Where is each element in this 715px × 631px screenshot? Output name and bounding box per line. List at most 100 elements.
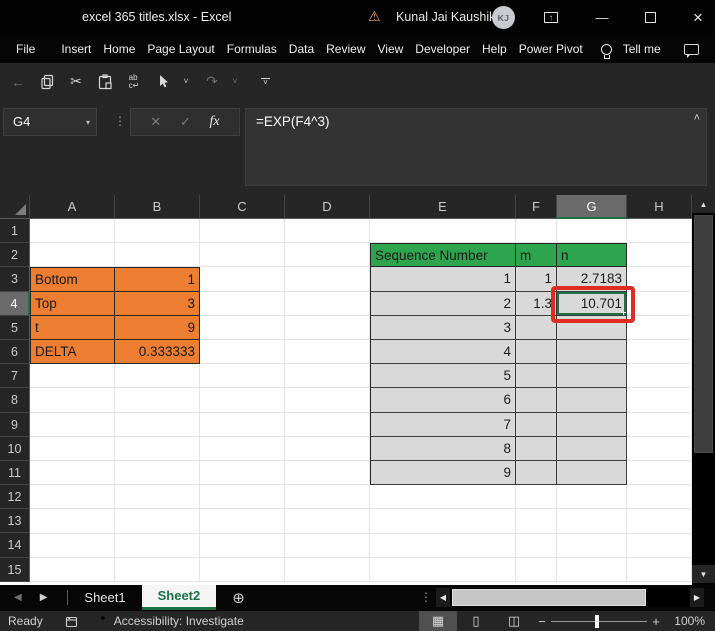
column-header-C[interactable]: C: [200, 195, 285, 219]
cell-H12[interactable]: [627, 485, 692, 510]
cell-E4[interactable]: 2: [370, 291, 516, 316]
menu-formulas[interactable]: Formulas: [221, 35, 283, 63]
cell-E15[interactable]: [370, 557, 516, 582]
avatar[interactable]: KJ: [492, 6, 515, 29]
zoom-out-button[interactable]: −: [533, 614, 551, 629]
column-header-F[interactable]: F: [516, 195, 557, 219]
cell-C1[interactable]: [200, 219, 285, 244]
row-header-13[interactable]: 13: [0, 509, 30, 534]
cell-G14[interactable]: [557, 533, 627, 558]
prev-sheet-icon[interactable]: ◀: [14, 592, 22, 603]
cell-H1[interactable]: [627, 219, 692, 244]
cut-icon[interactable]: ✂: [68, 72, 84, 92]
cell-D13[interactable]: [285, 509, 370, 534]
page-layout-view-icon[interactable]: ▯: [457, 611, 495, 631]
cell-F10[interactable]: [516, 436, 557, 461]
cell-D4[interactable]: [285, 291, 370, 316]
menu-review[interactable]: Review: [320, 35, 371, 63]
cell-A9[interactable]: [30, 412, 115, 437]
accessibility-status[interactable]: Accessibility: Investigate: [96, 614, 244, 628]
cell-C5[interactable]: [200, 315, 285, 340]
cell-D5[interactable]: [285, 315, 370, 340]
tell-me[interactable]: Tell me: [617, 35, 667, 63]
cell-B15[interactable]: [115, 557, 200, 582]
cancel-entry-icon[interactable]: ✕: [150, 114, 161, 130]
cell-B14[interactable]: [115, 533, 200, 558]
cell-C7[interactable]: [200, 364, 285, 389]
vertical-scrollbar-thumb[interactable]: [694, 215, 713, 453]
cell-F15[interactable]: [516, 557, 557, 582]
cell-A14[interactable]: [30, 533, 115, 558]
cell-A12[interactable]: [30, 485, 115, 510]
cell-H4[interactable]: [627, 291, 692, 316]
row-header-11[interactable]: 11: [0, 460, 30, 486]
cell-G2[interactable]: n: [557, 243, 627, 268]
enter-entry-icon[interactable]: ✓: [180, 114, 191, 130]
cell-H13[interactable]: [627, 509, 692, 534]
cell-B1[interactable]: [115, 219, 200, 244]
cell-E14[interactable]: [370, 533, 516, 558]
cell-B2[interactable]: [115, 243, 200, 268]
cell-E12[interactable]: [370, 485, 516, 510]
row-header-3[interactable]: 3: [0, 267, 30, 292]
column-header-H[interactable]: H: [627, 195, 692, 219]
cell-G8[interactable]: [557, 388, 627, 413]
column-header-E[interactable]: E: [370, 195, 516, 219]
cell-F14[interactable]: [516, 533, 557, 558]
row-header-1[interactable]: 1: [0, 219, 30, 244]
cell-E5[interactable]: 3: [370, 315, 516, 340]
menu-power-pivot[interactable]: Power Pivot: [513, 35, 589, 63]
cell-H11[interactable]: [627, 461, 692, 486]
minimize-button[interactable]: —: [585, 0, 619, 35]
cell-H9[interactable]: [627, 412, 692, 437]
cell-A13[interactable]: [30, 509, 115, 534]
cell-H14[interactable]: [627, 533, 692, 558]
cell-C14[interactable]: [200, 533, 285, 558]
cell-C15[interactable]: [200, 557, 285, 582]
cell-D11[interactable]: [285, 461, 370, 486]
cell-B12[interactable]: [115, 485, 200, 510]
normal-view-icon[interactable]: ▦: [419, 610, 457, 631]
menu-developer[interactable]: Developer: [409, 35, 476, 63]
replace-icon[interactable]: ab c↵: [126, 72, 142, 92]
cell-B11[interactable]: [115, 461, 200, 486]
cell-C9[interactable]: [200, 412, 285, 437]
cell-F9[interactable]: [516, 412, 557, 437]
zoom-slider[interactable]: [551, 611, 647, 631]
menu-insert[interactable]: Insert: [55, 35, 97, 63]
cell-E8[interactable]: 6: [370, 388, 516, 413]
select-all-corner[interactable]: [0, 195, 30, 219]
cell-A10[interactable]: [30, 436, 115, 461]
cell-D3[interactable]: [285, 267, 370, 292]
cell-G6[interactable]: [557, 340, 627, 365]
cell-B6[interactable]: 0.333333: [115, 340, 200, 365]
cell-A8[interactable]: [30, 388, 115, 413]
cell-H15[interactable]: [627, 557, 692, 582]
menu-help[interactable]: Help: [476, 35, 513, 63]
row-header-14[interactable]: 14: [0, 533, 30, 558]
horizontal-scrollbar-thumb[interactable]: [452, 589, 646, 606]
new-sheet-button[interactable]: ⊕: [232, 589, 245, 607]
cell-E1[interactable]: [370, 219, 516, 244]
column-header-B[interactable]: B: [115, 195, 200, 219]
cell-H10[interactable]: [627, 436, 692, 461]
cell-G15[interactable]: [557, 557, 627, 582]
touch-mode-icon[interactable]: [155, 72, 171, 92]
cell-E13[interactable]: [370, 509, 516, 534]
cell-C13[interactable]: [200, 509, 285, 534]
cell-B3[interactable]: 1: [115, 267, 200, 292]
cell-H3[interactable]: [627, 267, 692, 292]
cell-C2[interactable]: [200, 243, 285, 268]
name-box-dropdown-icon[interactable]: ▾: [86, 109, 90, 137]
column-header-A[interactable]: A: [30, 195, 115, 219]
cell-C4[interactable]: [200, 291, 285, 316]
cell-C12[interactable]: [200, 485, 285, 510]
paste-icon[interactable]: [97, 72, 113, 92]
cell-A3[interactable]: Bottom: [30, 267, 115, 292]
cell-G13[interactable]: [557, 509, 627, 534]
cell-F1[interactable]: [516, 219, 557, 244]
cell-C10[interactable]: [200, 436, 285, 461]
vertical-scrollbar[interactable]: ▲ ▼: [692, 195, 715, 585]
cell-E10[interactable]: 8: [370, 436, 516, 461]
close-button[interactable]: ×: [681, 0, 715, 35]
